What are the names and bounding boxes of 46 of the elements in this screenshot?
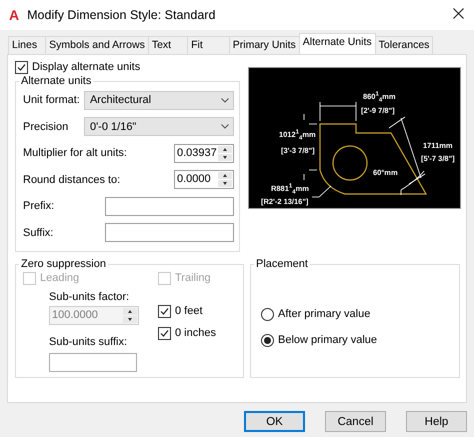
chevron-down-icon xyxy=(220,98,229,103)
dialog-button[interactable]: Help xyxy=(406,411,467,432)
dialog-button[interactable]: Cancel xyxy=(325,411,386,432)
spinner-field: 100.0000 xyxy=(49,306,139,325)
tab[interactable]: Alternate Units xyxy=(298,33,376,54)
input-field[interactable] xyxy=(104,196,234,216)
field-label: Suffix: xyxy=(23,226,54,239)
dropdown[interactable]: 0'-0 1/16" xyxy=(84,117,234,136)
radio-button[interactable] xyxy=(261,334,274,346)
spinner-field[interactable]: 0.03937 xyxy=(174,144,234,163)
checkbox[interactable] xyxy=(158,326,171,340)
field-label: Sub-units suffix: xyxy=(49,336,128,348)
group-title: Alternate units xyxy=(20,75,92,87)
spin-up-button[interactable] xyxy=(218,172,232,180)
dialog-button[interactable]: OK xyxy=(244,411,305,432)
chevron-down-icon xyxy=(220,124,229,130)
checkbox-label: Leading xyxy=(40,272,80,284)
field-label: Precision xyxy=(23,120,68,133)
spin-up-button[interactable] xyxy=(218,146,232,153)
field-label: Round distances to: xyxy=(23,174,120,186)
radio-label: After primary value xyxy=(278,308,370,320)
tab[interactable]: Tolerances xyxy=(374,36,434,54)
radio-label: Below primary value xyxy=(278,334,378,346)
tab[interactable]: Lines xyxy=(8,36,46,54)
radio-button[interactable] xyxy=(261,308,274,320)
checkbox-label: Display alternate units xyxy=(32,61,140,73)
dropdown[interactable]: Architectural xyxy=(84,90,234,110)
field-label: Sub-units factor: xyxy=(49,291,130,303)
checkbox-label: Trailing xyxy=(175,272,211,284)
input-field[interactable] xyxy=(104,223,234,242)
group-title: Placement xyxy=(255,258,309,270)
spin-down-button[interactable] xyxy=(218,180,232,188)
spin-down-button[interactable] xyxy=(218,154,232,161)
field-label: Unit format: xyxy=(23,94,80,106)
field-label: Prefix: xyxy=(23,200,54,212)
checkbox-label: 0 feet xyxy=(175,305,203,317)
checkbox[interactable] xyxy=(15,60,28,74)
spinner-field[interactable]: 0.0000 xyxy=(174,170,234,190)
field-label: Multiplier for alt units: xyxy=(23,147,127,160)
group-title: Zero suppression xyxy=(20,258,107,270)
close-icon xyxy=(453,8,464,19)
window-title: Modify Dimension Style: Standard xyxy=(27,8,216,22)
app-logo: A xyxy=(9,7,20,23)
checkbox-label: 0 inches xyxy=(175,327,216,339)
input-field[interactable] xyxy=(49,353,137,372)
checkbox[interactable] xyxy=(158,304,171,318)
